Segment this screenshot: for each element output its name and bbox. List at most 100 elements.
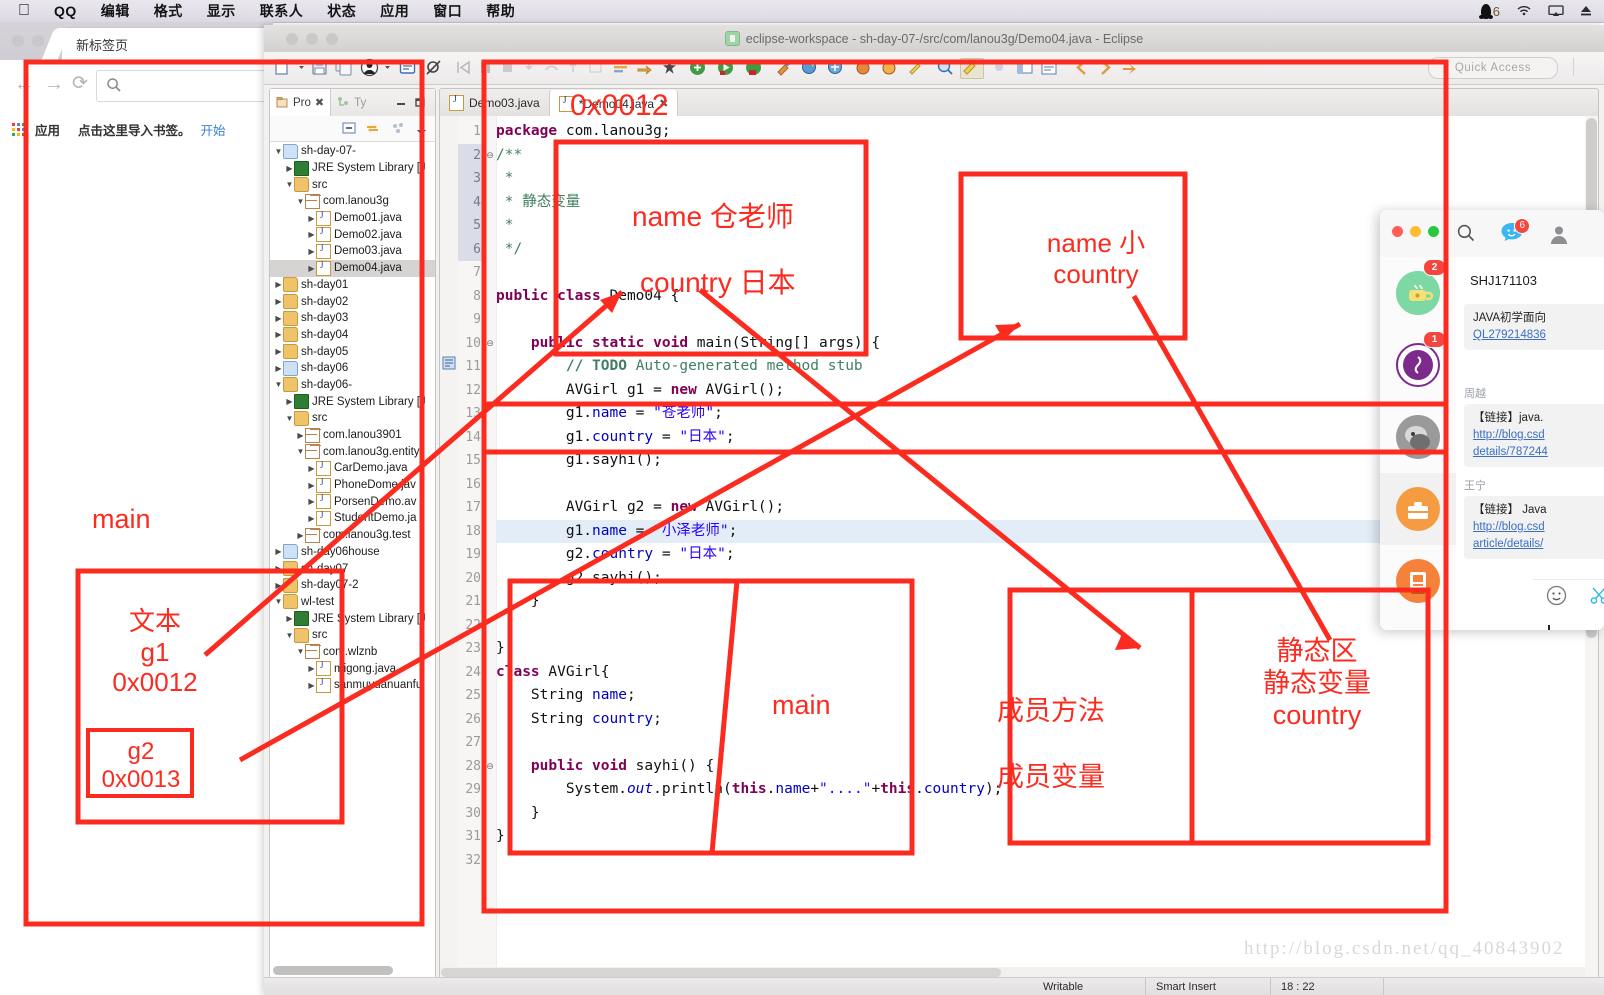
close-button[interactable] [12, 35, 24, 47]
tab-package-explorer[interactable]: Pro ✖ [270, 89, 332, 116]
tree-item[interactable]: ▼ com.wlznb [270, 644, 435, 661]
collapse-arrow-icon[interactable]: ▶ [296, 431, 305, 440]
new-file-icon[interactable] [274, 58, 293, 77]
menu-item-status[interactable]: 状态 [327, 1, 356, 21]
code-line[interactable]: class AVGirl{ [496, 661, 1584, 685]
properties-icon[interactable] [398, 58, 417, 77]
view-menu-icon[interactable] [392, 122, 406, 140]
airplay-icon[interactable] [1548, 5, 1564, 17]
qq-window-controls[interactable] [1392, 226, 1439, 237]
tree-item[interactable]: ▶ com.lanou3901 [270, 427, 435, 444]
external-tools-icon[interactable] [774, 58, 793, 77]
code-line[interactable]: } [496, 802, 1584, 826]
rail-item-0[interactable]: 2 [1380, 257, 1456, 329]
collapse-arrow-icon[interactable]: ▶ [285, 164, 294, 173]
code-line[interactable]: public void sayhi() { [496, 755, 1584, 779]
tree-item[interactable]: ▶ sh-day07-2 [270, 577, 435, 594]
tree-item[interactable]: ▼ src [270, 627, 435, 644]
run-icon[interactable] [716, 58, 735, 77]
forward-history-icon[interactable] [1096, 58, 1115, 77]
collapse-arrow-icon[interactable]: ▶ [274, 564, 283, 573]
apps-grid-icon[interactable] [12, 122, 25, 136]
import-bookmarks-start-link[interactable]: 开始 [201, 120, 226, 139]
close-button[interactable] [286, 32, 298, 45]
link-with-editor-icon[interactable] [365, 121, 380, 141]
search-declaration-icon[interactable] [936, 58, 955, 77]
message-link[interactable]: http://blog.csd [1473, 521, 1545, 533]
editor-tab[interactable]: *Demo04.java ✖ [548, 90, 679, 117]
chevron-down-icon[interactable] [416, 124, 427, 142]
tree-item[interactable]: ▶ JRE System Library [J [270, 610, 435, 627]
code-line[interactable]: * [496, 167, 1584, 191]
forward-icon[interactable]: → [44, 74, 64, 94]
menu-item-window[interactable]: 窗口 [433, 1, 462, 21]
outline-view-icon[interactable] [1040, 58, 1059, 77]
skip-breakpoints-icon[interactable] [424, 58, 443, 77]
minimize-button[interactable] [306, 32, 318, 45]
address-bar[interactable] [96, 70, 273, 102]
code-line[interactable]: } [496, 825, 1584, 849]
code-line[interactable]: String country; [496, 708, 1584, 732]
tree-item[interactable]: ▶ sh-day06house [270, 544, 435, 561]
close-button[interactable] [1392, 226, 1403, 237]
collapse-arrow-icon[interactable]: ▶ [274, 314, 283, 323]
rail-item-4[interactable] [1380, 545, 1456, 617]
new-interface-icon[interactable] [880, 58, 899, 77]
expand-arrow-icon[interactable]: ▼ [285, 414, 294, 423]
menu-item-contacts[interactable]: 联系人 [260, 1, 304, 21]
show-view-icon[interactable] [1016, 58, 1035, 77]
collapse-arrow-icon[interactable]: ▶ [274, 581, 283, 590]
next-annotation-icon[interactable] [688, 58, 707, 77]
message-link-cont[interactable]: details/787244 [1473, 446, 1548, 458]
scrollbar-thumb[interactable] [441, 968, 1001, 977]
tree-item[interactable]: ▼ sh-day-07- [270, 143, 435, 160]
rail-item-3[interactable] [1380, 473, 1456, 545]
collapse-arrow-icon[interactable]: ▶ [274, 547, 283, 556]
code-line[interactable]: /** [496, 144, 1584, 168]
collapse-arrow-icon[interactable]: ▶ [274, 330, 283, 339]
maximize-button[interactable] [1428, 226, 1439, 237]
maximize-view-icon[interactable] [414, 97, 426, 108]
message-bubble[interactable]: 【链接】java. http://blog.csd details/787244 [1464, 404, 1604, 467]
menu-item-apps[interactable]: 应用 [380, 1, 409, 21]
editor-tab[interactable]: Demo03.java [440, 89, 549, 116]
tab-type-hierarchy[interactable]: Ty [331, 89, 372, 116]
tree-item[interactable]: ▶ sh-day01 [270, 277, 435, 294]
tree-item[interactable]: ▶ Demo02.java [270, 226, 435, 243]
close-icon[interactable]: ✖ [315, 96, 324, 109]
tree-item[interactable]: ▶ Demo03.java [270, 243, 435, 260]
collapse-arrow-icon[interactable]: ▶ [307, 230, 316, 239]
expand-arrow-icon[interactable]: ▼ [274, 147, 283, 156]
tree-item[interactable]: ▶ sanmuyuanuanfu [270, 677, 435, 694]
message-link[interactable]: QL279214836 [1473, 329, 1546, 341]
expand-arrow-icon[interactable]: ▼ [296, 647, 305, 656]
reload-icon[interactable]: ⟳ [72, 74, 88, 93]
expand-arrow-icon[interactable]: ▼ [274, 597, 283, 606]
collapse-arrow-icon[interactable]: ▶ [307, 247, 316, 256]
collapse-arrow-icon[interactable]: ▶ [274, 297, 283, 306]
tree-item[interactable]: ▶ PhoneDome.jav [270, 477, 435, 494]
minimize-button[interactable] [1410, 226, 1421, 237]
message-bubble[interactable]: 【链接】 Java http://blog.csd article/detail… [1464, 496, 1604, 559]
new-class-icon[interactable] [854, 58, 873, 77]
new-java-project-icon[interactable] [800, 58, 819, 77]
new-package-icon[interactable] [826, 58, 845, 77]
expand-arrow-icon[interactable]: ▼ [285, 631, 294, 640]
expand-arrow-icon[interactable]: ▼ [296, 447, 305, 456]
message-input-caret[interactable] [1548, 625, 1550, 630]
code-line[interactable] [496, 731, 1584, 755]
expand-arrow-icon[interactable]: ▼ [274, 380, 283, 389]
java-perspective-icon[interactable] [960, 58, 984, 79]
new-file-dropdown-icon[interactable] [298, 58, 305, 77]
open-task-icon[interactable] [636, 58, 655, 77]
tree-item[interactable]: ▶ sh-day04 [270, 327, 435, 344]
tree-item[interactable]: ▶ Demo04.java [270, 260, 435, 277]
tree-item[interactable]: ▶ sh-day07 [270, 560, 435, 577]
menu-item-help[interactable]: 帮助 [486, 1, 515, 21]
menu-item-format[interactable]: 格式 [154, 1, 183, 21]
tree-item[interactable]: ▼ com.lanou3g.entity [270, 443, 435, 460]
collapse-arrow-icon[interactable]: ▶ [307, 481, 316, 490]
eclipse-window-controls[interactable] [274, 25, 338, 52]
tree-item[interactable]: ▶ Demo01.java [270, 210, 435, 227]
back-icon[interactable]: ← [14, 74, 34, 94]
